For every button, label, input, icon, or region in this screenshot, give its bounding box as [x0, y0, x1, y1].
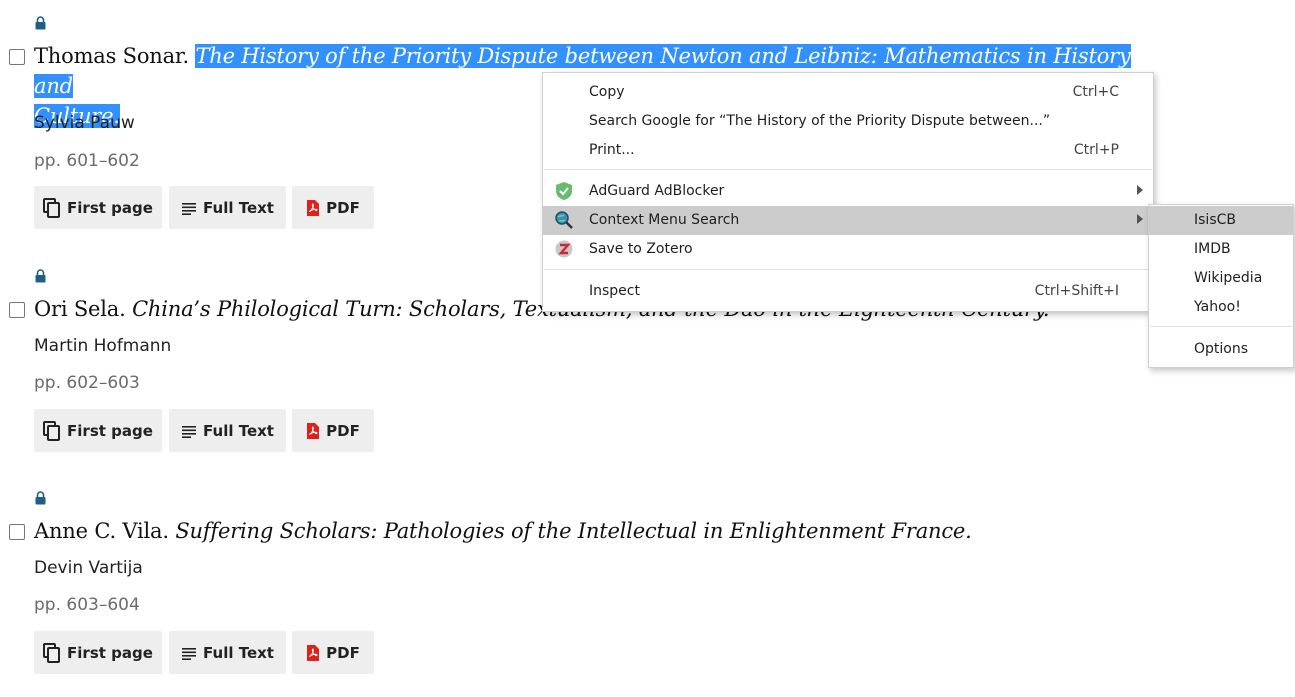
lock-icon: [35, 269, 46, 283]
pdf-label: PDF: [326, 643, 360, 662]
select-checkbox[interactable]: [9, 49, 25, 65]
first-page-label: First page: [67, 198, 153, 217]
menu-item-search-google[interactable]: Search Google for “The History of the Pr…: [543, 107, 1153, 136]
full-text-button[interactable]: Full Text: [169, 186, 286, 229]
author-name: Anne C. Vila.: [34, 519, 169, 543]
adguard-shield-icon: [554, 181, 574, 201]
pdf-icon: [306, 422, 320, 439]
lock-icon: [35, 16, 46, 30]
page-range: pp. 602–603: [34, 373, 140, 393]
menu-item-inspect[interactable]: Inspect Ctrl+Shift+I: [543, 277, 1153, 306]
text-lines-icon: [181, 201, 197, 215]
full-text-label: Full Text: [203, 421, 274, 440]
page-range: pp. 601–602: [34, 151, 140, 171]
menu-item-adguard[interactable]: AdGuard AdBlocker: [543, 177, 1153, 206]
select-checkbox[interactable]: [9, 302, 25, 318]
submenu-arrow-icon: [1137, 214, 1143, 224]
submenu-item-options[interactable]: Options: [1149, 335, 1293, 364]
pdf-icon: [306, 644, 320, 661]
menu-separator: [544, 169, 1152, 170]
first-page-label: First page: [67, 643, 153, 662]
pdf-label: PDF: [326, 198, 360, 217]
submenu-arrow-icon: [1137, 185, 1143, 195]
text-lines-icon: [181, 646, 197, 660]
reviewer-name: Martin Hofmann: [34, 336, 172, 356]
submenu-item-imdb[interactable]: IMDB: [1149, 235, 1293, 264]
pdf-button[interactable]: PDF: [292, 631, 374, 674]
magnifier-globe-icon: [554, 210, 574, 230]
menu-item-print[interactable]: Print... Ctrl+P: [543, 136, 1153, 165]
citation: Anne C. Vila. Suffering Scholars: Pathol…: [34, 516, 1154, 546]
pdf-label: PDF: [326, 421, 360, 440]
zotero-icon: [554, 239, 574, 259]
first-page-button[interactable]: First page: [34, 409, 162, 452]
full-text-button[interactable]: Full Text: [169, 631, 286, 674]
reviewer-name: Devin Vartija: [34, 558, 143, 578]
inspect-shortcut: Ctrl+Shift+I: [1034, 283, 1119, 299]
context-menu-search-submenu: IsisCB IMDB Wikipedia Yahoo! Options: [1148, 204, 1294, 368]
menu-item-copy[interactable]: Copy Ctrl+C: [543, 78, 1153, 107]
first-page-button[interactable]: First page: [34, 186, 162, 229]
copy-pages-icon: [43, 420, 61, 441]
select-checkbox[interactable]: [9, 524, 25, 540]
print-shortcut: Ctrl+P: [1073, 142, 1119, 158]
reviewer-name: Sylvia Pauw: [34, 113, 135, 133]
menu-item-context-menu-search[interactable]: Context Menu Search: [543, 206, 1153, 235]
menu-separator: [544, 269, 1152, 270]
submenu-item-yahoo[interactable]: Yahoo!: [1149, 293, 1293, 322]
submenu-item-isiscb[interactable]: IsisCB: [1149, 206, 1293, 235]
book-title: Suffering Scholars: Pathologies of the I…: [175, 519, 972, 543]
author-name: Thomas Sonar.: [34, 44, 189, 68]
pdf-button[interactable]: PDF: [292, 409, 374, 452]
author-name: Ori Sela.: [34, 297, 126, 321]
first-page-label: First page: [67, 421, 153, 440]
submenu-item-wikipedia[interactable]: Wikipedia: [1149, 264, 1293, 293]
menu-separator: [1150, 326, 1292, 327]
copy-shortcut: Ctrl+C: [1072, 84, 1119, 100]
page-range: pp. 603–604: [34, 595, 140, 615]
text-lines-icon: [181, 424, 197, 438]
full-text-label: Full Text: [203, 198, 274, 217]
full-text-button[interactable]: Full Text: [169, 409, 286, 452]
menu-item-zotero[interactable]: Save to Zotero: [543, 235, 1153, 264]
copy-pages-icon: [43, 197, 61, 218]
first-page-button[interactable]: First page: [34, 631, 162, 674]
context-menu: Copy Ctrl+C Search Google for “The Histo…: [542, 72, 1154, 312]
full-text-label: Full Text: [203, 643, 274, 662]
pdf-icon: [306, 199, 320, 216]
pdf-button[interactable]: PDF: [292, 186, 374, 229]
copy-pages-icon: [43, 642, 61, 663]
lock-icon: [35, 491, 46, 505]
